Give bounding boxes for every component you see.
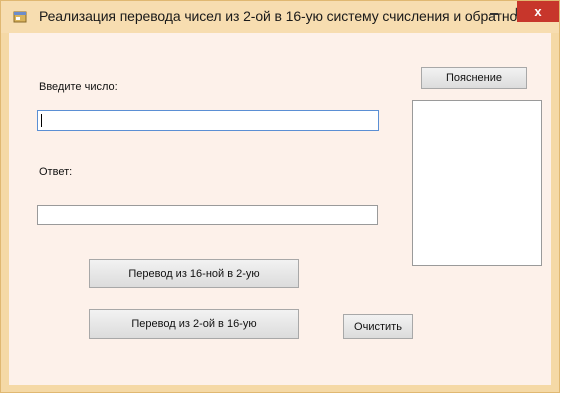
app-form-icon [13, 11, 27, 23]
close-button[interactable]: x [517, 1, 559, 22]
minimize-icon [490, 13, 498, 15]
form-client-area: Введите число: Ответ: Пояснение Перевод … [9, 33, 551, 385]
minimize-button[interactable] [481, 2, 507, 22]
text-caret [41, 114, 42, 127]
window-title: Реализация перевода чисел из 2-ой в 16-у… [39, 8, 518, 24]
explanation-listbox[interactable] [412, 100, 542, 266]
bin-to-hex-button[interactable]: Перевод из 2-ой в 16-ую [89, 309, 299, 339]
answer-field[interactable] [37, 205, 378, 225]
answer-label: Ответ: [39, 166, 73, 178]
input-label: Введите число: [39, 81, 118, 93]
close-icon: x [534, 4, 542, 19]
app-window: Реализация перевода чисел из 2-ой в 16-у… [0, 0, 560, 393]
title-bar[interactable]: Реализация перевода чисел из 2-ой в 16-у… [1, 1, 559, 33]
clear-button[interactable]: Очистить [343, 314, 413, 339]
number-input[interactable] [37, 110, 379, 131]
hex-to-bin-button[interactable]: Перевод из 16-ной в 2-ую [89, 259, 299, 288]
explain-button[interactable]: Пояснение [421, 67, 527, 89]
